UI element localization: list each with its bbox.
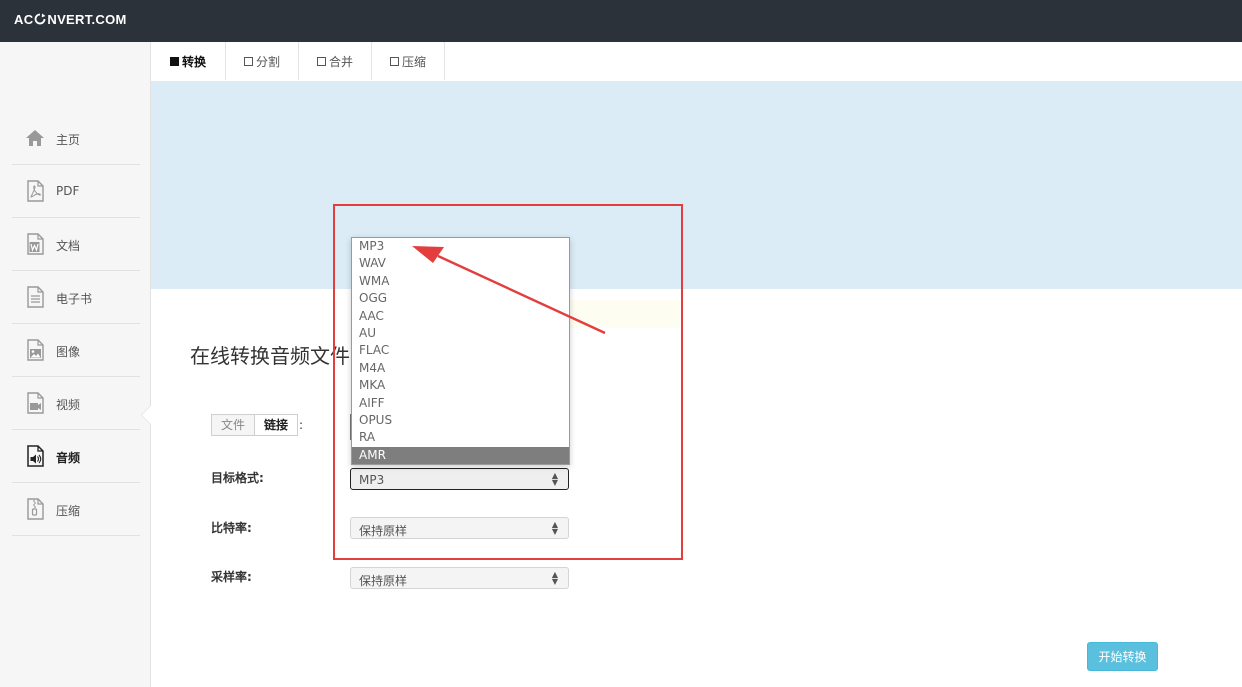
pdf-file-icon — [27, 180, 44, 202]
hero-banner — [151, 81, 1242, 289]
target-format-value: MP3 — [359, 473, 385, 487]
format-dropdown-list: MP3 WAV WMA OGG AAC AU FLAC M4A MKA AIFF… — [351, 237, 570, 466]
checkbox-empty-icon — [389, 56, 399, 66]
format-option[interactable]: WMA — [352, 273, 569, 290]
link-source-button[interactable]: 链接 — [255, 414, 299, 436]
sidebar-item-label: PDF — [56, 184, 80, 198]
sidebar-item-label: 音频 — [56, 451, 81, 465]
sidebar-item-audio[interactable]: 音频 — [12, 430, 140, 483]
sidebar-item-pdf[interactable]: PDF — [12, 165, 140, 218]
sidebar-item-images[interactable]: 图像 — [12, 324, 140, 377]
tab-split[interactable]: 分割 — [226, 42, 299, 80]
sidebar-item-label: 文档 — [56, 239, 81, 253]
source-toggle: 文件 链接 — [211, 414, 299, 436]
sidebar-item-home[interactable]: 主页 — [12, 112, 140, 165]
select-arrows-icon: ▲ ▼ — [551, 570, 558, 586]
checkbox-empty-icon — [243, 56, 253, 66]
select-arrows-icon: ▲ ▼ — [551, 471, 558, 487]
checkbox-empty-icon — [316, 56, 326, 66]
tab-merge[interactable]: 合并 — [299, 42, 372, 80]
page-title: 在线转换音频文件 — [190, 344, 350, 368]
format-option[interactable]: AAC — [352, 308, 569, 325]
target-format-select[interactable]: MP3 ▲ ▼ — [350, 468, 569, 490]
zip-file-icon — [27, 498, 44, 520]
tab-label: 分割 — [255, 54, 280, 69]
checkbox-filled-icon — [169, 56, 179, 66]
sidebar-item-ebooks[interactable]: 电子书 — [12, 271, 140, 324]
sample-rate-value: 保持原样 — [359, 574, 408, 588]
sidebar-item-label: 视频 — [56, 398, 81, 412]
format-option[interactable]: MP3 — [352, 238, 569, 255]
tab-compress[interactable]: 压缩 — [372, 42, 445, 80]
tab-convert[interactable]: 转换 — [151, 42, 226, 80]
select-arrows-icon: ▲ ▼ — [551, 520, 558, 536]
tab-label: 转换 — [181, 54, 206, 69]
format-option[interactable]: WAV — [352, 255, 569, 272]
logo-suffix: NVERT.COM — [47, 12, 127, 27]
bitrate-value: 保持原样 — [359, 524, 408, 538]
sample-rate-select[interactable]: 保持原样 ▲ ▼ — [350, 567, 569, 589]
refresh-logo-icon — [35, 13, 46, 25]
sidebar-item-video[interactable]: 视频 — [12, 377, 140, 430]
faint-hint-box — [570, 300, 680, 328]
tab-label: 合并 — [328, 54, 353, 69]
sidebar-item-documents[interactable]: 文档 — [12, 218, 140, 271]
category-sidebar: 主页 PDF 文档 电子书 图像 视频 音频 压缩 — [0, 42, 151, 687]
format-option[interactable]: MKA — [352, 377, 569, 394]
active-indicator — [142, 406, 151, 424]
tab-label: 压缩 — [401, 54, 426, 69]
sidebar-item-label: 电子书 — [56, 292, 93, 306]
format-option[interactable]: FLAC — [352, 342, 569, 359]
home-icon — [26, 130, 44, 146]
ebook-icon — [27, 286, 44, 308]
file-source-button[interactable]: 文件 — [211, 414, 256, 436]
format-option[interactable]: OPUS — [352, 412, 569, 429]
format-option[interactable]: AIFF — [352, 395, 569, 412]
source-colon: : — [299, 418, 304, 432]
target-format-label: 目标格式: — [211, 471, 264, 485]
format-option[interactable]: OGG — [352, 290, 569, 307]
format-option[interactable]: RA — [352, 429, 569, 446]
bitrate-select[interactable]: 保持原样 ▲ ▼ — [350, 517, 569, 539]
sidebar-item-label: 图像 — [56, 345, 81, 359]
sidebar-item-archives[interactable]: 压缩 — [12, 483, 140, 536]
sample-rate-label: 采样率: — [211, 570, 252, 584]
video-file-icon — [27, 392, 44, 414]
start-convert-button[interactable]: 开始转换 — [1087, 642, 1158, 671]
image-file-icon — [27, 339, 44, 361]
site-logo[interactable]: AC NVERT.COM — [14, 12, 127, 27]
format-option-highlighted[interactable]: AMR — [352, 446, 569, 465]
logo-prefix: AC — [14, 12, 34, 27]
top-navbar: AC NVERT.COM — [0, 0, 1242, 42]
audio-file-icon — [27, 445, 44, 467]
bitrate-label: 比特率: — [211, 521, 252, 535]
tool-tabs: 转换 分割 合并 压缩 — [151, 42, 1242, 82]
sidebar-item-label: 压缩 — [56, 504, 81, 518]
format-option[interactable]: AU — [352, 325, 569, 342]
format-option[interactable]: M4A — [352, 360, 569, 377]
word-document-icon — [27, 233, 44, 255]
sidebar-item-label: 主页 — [56, 133, 81, 147]
